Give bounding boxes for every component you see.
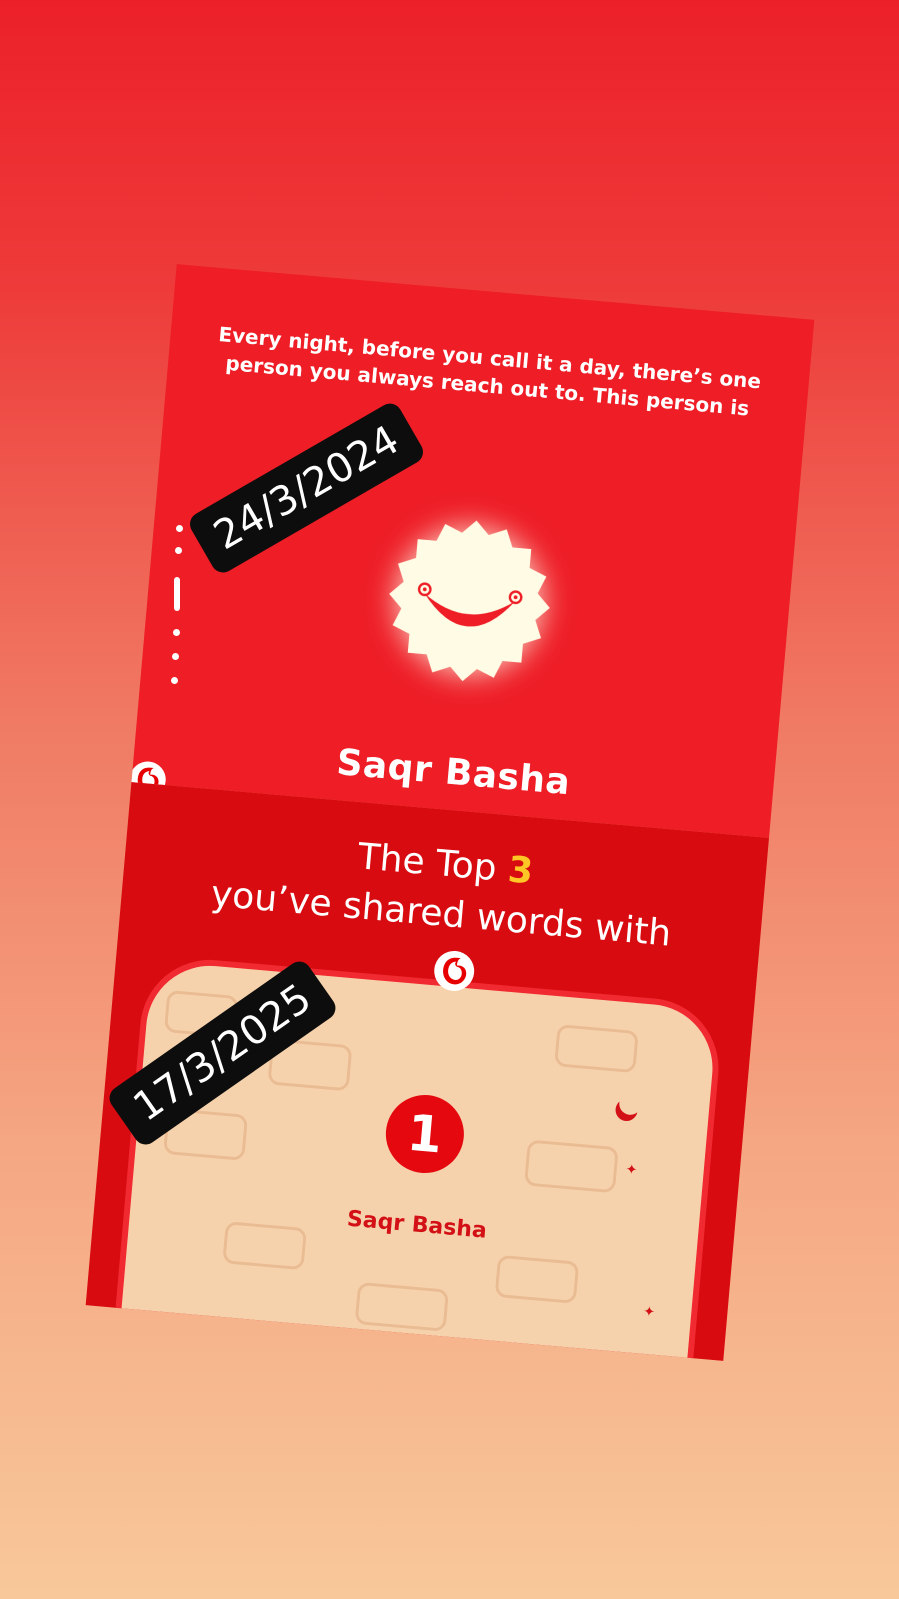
stacked-story-screenshots: Every night, before you call it a day, t… [85, 264, 815, 1361]
top-contacts-panel: ✦ ✦ ✦ 1 Saqr Basha [113, 954, 725, 1361]
progress-dot [175, 547, 182, 554]
progress-active-segment [174, 577, 180, 611]
story-progress-indicator [168, 525, 188, 695]
progress-dot [172, 653, 179, 660]
progress-dot [173, 629, 180, 636]
vodafone-logo-icon [432, 949, 476, 993]
progress-dot [171, 677, 178, 684]
progress-dot [176, 525, 183, 532]
sparkle-icon: ✦ [624, 1161, 638, 1179]
sparkle-icon: ✦ [269, 1321, 283, 1339]
top3-title-number: 3 [506, 849, 535, 893]
story-intro-text: Every night, before you call it a day, t… [217, 322, 763, 421]
top3-title-prefix: The Top [356, 836, 499, 890]
smiling-flower-icon [389, 520, 550, 682]
sparkle-icon: ✦ [642, 1303, 656, 1321]
